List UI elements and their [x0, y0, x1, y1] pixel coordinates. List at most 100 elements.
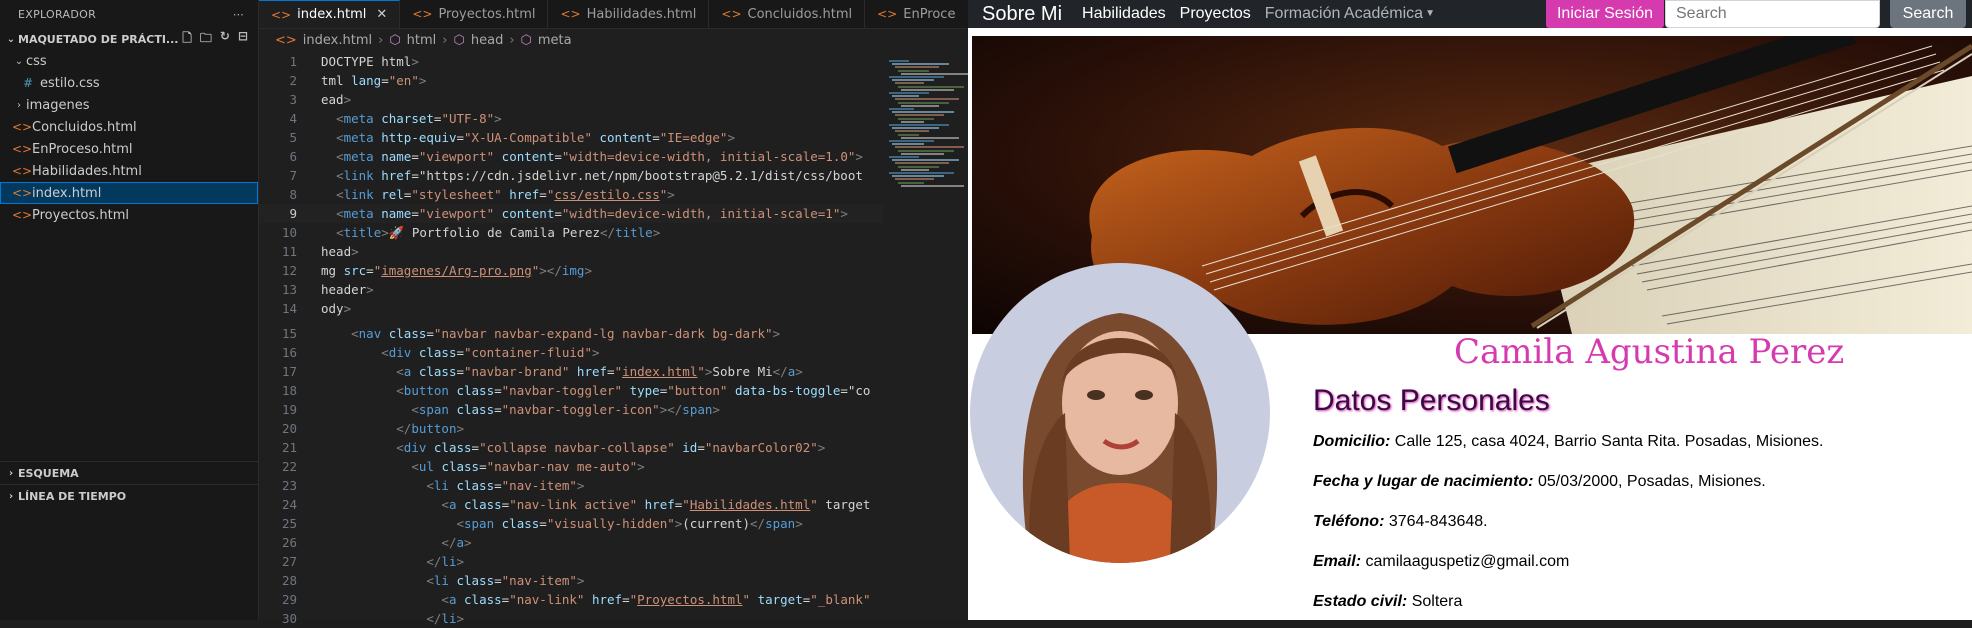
login-button[interactable]: Iniciar Sesión	[1546, 0, 1664, 28]
minimap-line	[898, 133, 919, 136]
search-input[interactable]	[1665, 0, 1880, 28]
code-line[interactable]: 6 <meta name="viewport" content="width=d…	[259, 147, 883, 166]
code-line[interactable]: 21 <div class="collapse navbar-collapse"…	[259, 438, 883, 457]
code-line[interactable]: 19 <span class="navbar-toggler-icon"></s…	[259, 400, 883, 419]
code-line[interactable]: 27 </li>	[259, 552, 883, 571]
close-icon[interactable]: ✕	[376, 7, 387, 22]
tree-item-label: css	[26, 53, 47, 69]
code-line[interactable]: 20 </button>	[259, 419, 883, 438]
tree-item-label: index.html	[32, 185, 102, 201]
code-line[interactable]: 1 DOCTYPE html>	[259, 52, 883, 71]
tab-concluidos[interactable]: <> Concluidos.html	[709, 0, 866, 28]
code-line[interactable]: 22 <ul class="navbar-nav me-auto">	[259, 457, 883, 476]
new-file-icon[interactable]: 🗋	[182, 29, 192, 50]
code-line[interactable]: 18 <button class="navbar-toggler" type="…	[259, 381, 883, 400]
line-number: 14	[281, 301, 297, 316]
navbar-brand[interactable]: Sobre Mi	[982, 3, 1062, 26]
minimap-line	[895, 146, 964, 149]
breadcrumb-file[interactable]: index.html	[303, 33, 372, 48]
breadcrumb-html[interactable]: html	[407, 33, 437, 48]
minimap-line	[889, 108, 914, 110]
html-file-icon: <>	[412, 7, 433, 21]
tree-item-concluidos[interactable]: <> Concluidos.html	[0, 116, 258, 138]
tab-proyectos[interactable]: <> Proyectos.html	[400, 0, 549, 28]
breadcrumb-head[interactable]: head	[471, 33, 503, 48]
tree-item-label: EnProceso.html	[32, 141, 133, 157]
minimap-line	[892, 159, 959, 162]
nav-link-proyectos[interactable]: Proyectos	[1180, 5, 1251, 23]
line-number: 9	[289, 206, 297, 221]
tab-label: Habilidades.html	[586, 6, 697, 22]
search-button[interactable]: Search	[1890, 0, 1966, 28]
code-line[interactable]: 17 <a class="navbar-brand" href="index.h…	[259, 362, 883, 381]
chevron-right-icon: ›	[17, 99, 21, 111]
tab-index[interactable]: <> index.html ✕	[259, 0, 401, 28]
minimap-line	[892, 127, 939, 130]
line-number: 16	[281, 345, 297, 360]
code-area[interactable]: 1 DOCTYPE html> 2 tml lang="en"> 3 ead> 4 <met…	[259, 52, 883, 626]
element-icon: ⬡	[389, 32, 401, 48]
code-line[interactable]: 11 head>	[259, 242, 883, 261]
collapse-all-icon[interactable]: ⊟	[238, 29, 248, 50]
minimap-line	[892, 143, 924, 146]
tree-item-index[interactable]: <> index.html	[0, 182, 258, 204]
code-line[interactable]: 4 <meta charset="UTF-8">	[259, 109, 883, 128]
html-file-icon: <>	[12, 208, 33, 222]
profile-photo	[970, 263, 1270, 563]
code-line[interactable]: 24 <a class="nav-link active" href="Habi…	[259, 495, 883, 514]
minimap-line	[898, 69, 929, 72]
editor-tabs: <> index.html ✕ <> Proyectos.html <> Hab…	[259, 0, 1019, 29]
info-label: Domicilio:	[1313, 433, 1391, 450]
info-value: Calle 125, casa 4024, Barrio Santa Rita.…	[1394, 433, 1824, 450]
tab-label: index.html	[297, 7, 367, 22]
tab-enproceso[interactable]: <> EnProce	[865, 0, 967, 28]
info-value: 3764-843648.	[1388, 513, 1488, 530]
tree-item-estilo-css[interactable]: # estilo.css	[0, 72, 258, 94]
code-line[interactable]: 23 <li class="nav-item">	[259, 476, 883, 495]
tab-habilidades[interactable]: <> Habilidades.html	[548, 0, 710, 28]
timeline-title: LÍNEA DE TIEMPO	[18, 489, 127, 503]
more-icon[interactable]: ⋯	[233, 8, 244, 21]
line-number: 29	[281, 592, 297, 607]
minimap-line	[895, 130, 929, 133]
code-line[interactable]: 15 <nav class="navbar navbar-expand-lg n…	[259, 324, 883, 343]
tree-item-habilidades[interactable]: <> Habilidades.html	[0, 160, 258, 182]
nav-dropdown-formacion[interactable]: Formación Académica ▼	[1265, 5, 1435, 23]
breadcrumb-meta[interactable]: meta	[538, 33, 572, 48]
code-line[interactable]: 12 mg src="imagenes/Arg-pro.png"></img>	[259, 261, 883, 280]
tree-item-imagenes-folder[interactable]: › imagenes	[0, 94, 258, 116]
code-line[interactable]: 26 </a>	[259, 533, 883, 552]
new-folder-icon[interactable]: 🗀	[200, 29, 212, 50]
minimap-line	[892, 79, 934, 82]
code-line[interactable]: 30 </li>	[259, 609, 883, 628]
tree-item-css-folder[interactable]: ⌄ css	[0, 50, 258, 72]
code-line[interactable]: 13 header>	[259, 280, 883, 299]
explorer-title: EXPLORADOR	[18, 7, 97, 21]
code-line[interactable]: 3 ead>	[259, 90, 883, 109]
code-line[interactable]: 5 <meta http-equiv="X-UA-Compatible" con…	[259, 128, 883, 147]
code-line[interactable]: 10 <title>🚀 Portfolio de Camila Perez</t…	[259, 223, 883, 242]
code-line[interactable]: 14 ody>	[259, 299, 883, 318]
code-line[interactable]: 9 <meta name="viewport" content="width=d…	[259, 204, 883, 223]
tree-item-proyectos[interactable]: <> Proyectos.html	[0, 204, 258, 226]
tree-item-enproceso[interactable]: <> EnProceso.html	[0, 138, 258, 160]
code-line[interactable]: 16 <div class="container-fluid">	[259, 343, 883, 362]
code-line[interactable]: 2 tml lang="en">	[259, 71, 883, 90]
minimap-line	[901, 168, 929, 171]
code-line[interactable]: 8 <link rel="stylesheet" href="css/estil…	[259, 185, 883, 204]
nav-link-habilidades[interactable]: Habilidades	[1082, 5, 1166, 23]
code-line[interactable]: 29 <a class="nav-link" href="Proyectos.h…	[259, 590, 883, 609]
line-number: 19	[281, 402, 297, 417]
minimap-line	[901, 120, 924, 123]
minimap-line	[889, 92, 929, 94]
code-line[interactable]: 7 <link href="https://cdn.jsdelivr.net/n…	[259, 166, 883, 185]
code-line[interactable]: 28 <li class="nav-item">	[259, 571, 883, 590]
info-email: Email: camilaaguspetiz@gmail.com	[1313, 553, 1569, 571]
outline-section[interactable]: › ESQUEMA	[0, 461, 258, 484]
refresh-icon[interactable]: ↻	[220, 29, 230, 50]
code-line[interactable]: 25 <span class="visually-hidden">(curren…	[259, 514, 883, 533]
workspace-section[interactable]: ⌄ MAQUETADO DE PRÁCTI... 🗋 🗀 ↻ ⊟	[0, 28, 258, 50]
timeline-section[interactable]: › LÍNEA DE TIEMPO	[0, 484, 258, 507]
html-file-icon: <>	[560, 7, 581, 21]
minimap[interactable]	[883, 52, 969, 620]
